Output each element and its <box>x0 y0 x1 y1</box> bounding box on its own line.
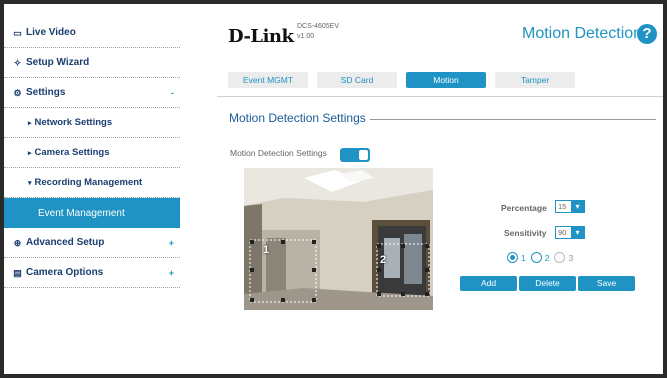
percentage-value: 15 <box>558 202 567 211</box>
sidebar-item-setup-wizard[interactable]: ✧ Setup Wizard <box>4 48 180 78</box>
wand-icon: ✧ <box>13 57 22 68</box>
chevron-down-icon: ▾ <box>571 201 584 212</box>
chevron-down-icon: ▾ <box>571 227 584 238</box>
bullet-icon: ▸ <box>28 149 32 157</box>
model-name: DCS-4605EV <box>297 23 340 30</box>
advanced-icon: ⊕ <box>13 237 22 248</box>
tab-bar: Event MGMT SD Card Motion Tamper <box>228 72 575 88</box>
sidebar: ▭ Live Video ✧ Setup Wizard ⚙ Settings -… <box>4 18 180 288</box>
camera-image <box>244 168 433 310</box>
motion-region-1-label: 1 <box>263 244 270 256</box>
sidebar-item-live-video[interactable]: ▭ Live Video <box>4 18 180 48</box>
sensitivity-value: 90 <box>558 228 567 237</box>
percentage-select[interactable]: 15 ▾ <box>555 200 585 213</box>
section-title: Motion Detection Settings <box>229 111 370 125</box>
expand-icon[interactable]: + <box>169 238 174 248</box>
region-3-radio[interactable] <box>554 252 566 263</box>
app-window: ▭ Live Video ✧ Setup Wizard ⚙ Settings -… <box>4 4 663 374</box>
region-radio-group: 1 2 3 <box>507 252 576 263</box>
region-3-label: 3 <box>568 252 574 263</box>
bullet-icon: ▾ <box>28 179 32 187</box>
sidebar-item-event-management[interactable]: Event Management <box>4 198 180 228</box>
add-button[interactable]: Add <box>460 276 517 291</box>
sidebar-item-network-settings[interactable]: ▸ Network Settings <box>4 108 180 138</box>
delete-button[interactable]: Delete <box>519 276 576 291</box>
camera-options-icon: ▤ <box>13 267 22 278</box>
sidebar-item-camera-settings[interactable]: ▸ Camera Settings <box>4 138 180 168</box>
gear-icon: ⚙ <box>13 87 22 98</box>
firmware-version: v1.00 <box>297 33 315 40</box>
camera-preview[interactable]: 1 2 <box>244 168 433 310</box>
region-1-radio[interactable] <box>507 252 518 263</box>
collapse-icon[interactable]: - <box>171 88 174 98</box>
tab-tamper[interactable]: Tamper <box>495 72 575 88</box>
tab-event-mgmt[interactable]: Event MGMT <box>228 72 308 88</box>
save-button[interactable]: Save <box>578 276 635 291</box>
sidebar-item-settings[interactable]: ⚙ Settings - <box>4 78 180 108</box>
motion-detection-toggle-label: Motion Detection Settings <box>230 148 327 158</box>
bullet-icon: ▸ <box>28 119 32 127</box>
help-icon[interactable]: ? <box>637 24 657 44</box>
page-title: Motion Detection <box>522 25 643 42</box>
region-2-label: 2 <box>544 252 550 263</box>
toggle-knob <box>359 150 368 160</box>
motion-detection-toggle[interactable] <box>340 148 370 162</box>
dlink-logo: D-Link <box>228 26 294 47</box>
region-1-label: 1 <box>521 252 526 263</box>
sidebar-item-camera-options[interactable]: ▤ Camera Options + <box>4 258 180 288</box>
motion-region-2-label: 2 <box>380 254 387 266</box>
tab-sd-card[interactable]: SD Card <box>317 72 397 88</box>
video-icon: ▭ <box>13 27 22 38</box>
sidebar-item-recording-management[interactable]: ▾ Recording Management <box>4 168 180 198</box>
percentage-label: Percentage <box>501 203 547 213</box>
expand-icon[interactable]: + <box>169 268 174 278</box>
tab-motion[interactable]: Motion <box>406 72 486 88</box>
region-2-radio[interactable] <box>530 252 542 263</box>
sensitivity-label: Sensitivity <box>504 228 547 238</box>
sidebar-item-advanced-setup[interactable]: ⊕ Advanced Setup + <box>4 228 180 258</box>
divider <box>217 96 663 97</box>
model-info: DCS-4605EV v1.00 <box>297 22 339 42</box>
sensitivity-select[interactable]: 90 ▾ <box>555 226 585 239</box>
